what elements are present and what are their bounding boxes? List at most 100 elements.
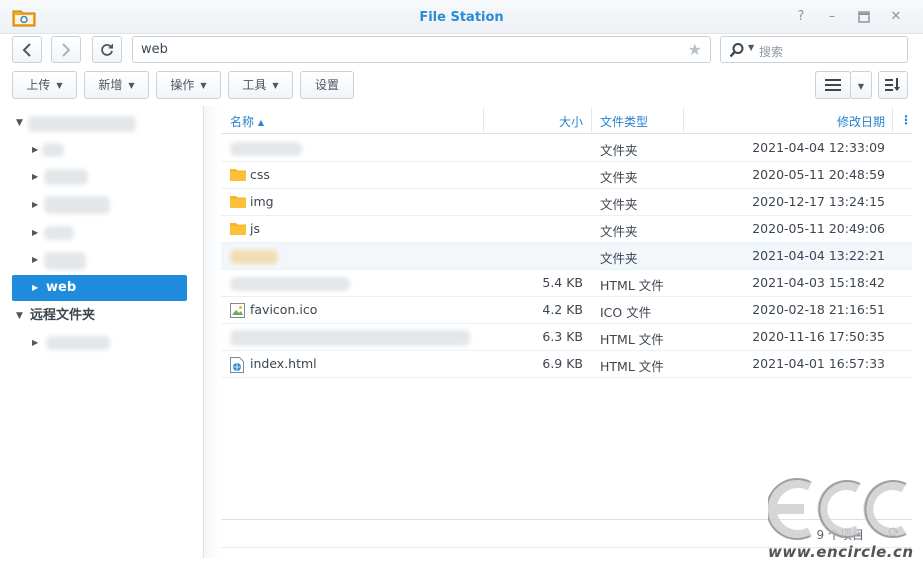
folder-icon bbox=[230, 223, 246, 235]
table-row[interactable]: 6.3 KB HTML 文件 2020-11-16 17:50:35 bbox=[221, 324, 912, 351]
expand-icon[interactable]: ▼ bbox=[16, 303, 23, 329]
action-button[interactable]: 操作 ▼ bbox=[156, 71, 221, 99]
table-row[interactable]: favicon.ico 4.2 KB ICO 文件 2020-02-18 21:… bbox=[221, 297, 912, 324]
help-icon[interactable]: ? bbox=[794, 9, 808, 25]
column-options-icon[interactable]: ⋮ bbox=[900, 113, 912, 127]
blurred-label bbox=[28, 116, 136, 132]
create-button[interactable]: 新增 ▼ bbox=[84, 71, 149, 99]
upload-label: 上传 bbox=[26, 78, 51, 92]
watermark-url: www.encircle.cn bbox=[768, 543, 914, 561]
collapse-icon[interactable]: ▶ bbox=[32, 247, 38, 273]
panel-divider[interactable] bbox=[204, 106, 220, 558]
column-header-modified[interactable]: 修改日期 bbox=[837, 113, 885, 130]
table-row[interactable]: img 文件夹 2020-12-17 13:24:15 bbox=[221, 189, 912, 216]
tree-item[interactable]: ▶ bbox=[12, 220, 187, 246]
column-divider[interactable] bbox=[683, 108, 684, 132]
file-type: 文件夹 bbox=[600, 197, 638, 212]
table-row[interactable]: js 文件夹 2020-05-11 20:49:06 bbox=[221, 216, 912, 243]
chevron-left-icon bbox=[22, 43, 31, 57]
blurred-label bbox=[42, 143, 64, 157]
expand-icon[interactable]: ▼ bbox=[16, 110, 23, 136]
window-title: File Station bbox=[419, 10, 504, 25]
tree-item[interactable]: ▶ bbox=[12, 192, 187, 218]
maximize-icon[interactable] bbox=[857, 9, 871, 25]
chevron-down-icon: ▼ bbox=[128, 81, 135, 90]
search-input[interactable]: ▼ 搜索 bbox=[720, 36, 908, 63]
path-input[interactable]: web ★ bbox=[132, 36, 711, 63]
column-header-name[interactable]: 名称 ▲ bbox=[230, 113, 264, 130]
file-type: ICO 文件 bbox=[600, 305, 652, 320]
chevron-down-icon[interactable]: ▼ bbox=[748, 43, 754, 52]
file-name: js bbox=[250, 221, 260, 236]
settings-label: 设置 bbox=[314, 78, 339, 92]
file-type: HTML 文件 bbox=[600, 278, 664, 293]
collapse-icon[interactable]: ▶ bbox=[32, 164, 38, 190]
upload-button[interactable]: 上传 ▼ bbox=[12, 71, 77, 99]
tree-item-label: 远程文件夹 bbox=[30, 308, 96, 323]
collapse-icon[interactable]: ▶ bbox=[32, 275, 38, 301]
tree-item[interactable]: ▶ bbox=[12, 164, 187, 190]
file-type: HTML 文件 bbox=[600, 359, 664, 374]
collapse-icon[interactable]: ▶ bbox=[32, 137, 38, 163]
folder-tree: ▼ ▶ ▶ ▶ ▶ ▶ ▶ web ▼ 远程文件夹 ▶ bbox=[0, 106, 204, 558]
tree-item-web[interactable]: ▶ web bbox=[12, 275, 187, 301]
file-size: 6.9 KB bbox=[542, 356, 583, 371]
sort-ascending-icon: ▲ bbox=[257, 118, 264, 127]
file-name: css bbox=[250, 167, 270, 182]
action-label: 操作 bbox=[170, 78, 195, 92]
column-header-size[interactable]: 大小 bbox=[559, 113, 583, 130]
file-modified: 2021-04-04 12:33:09 bbox=[752, 140, 885, 155]
table-row[interactable]: 5.4 KB HTML 文件 2021-04-03 15:18:42 bbox=[221, 270, 912, 297]
file-type: 文件夹 bbox=[600, 224, 638, 239]
refresh-icon bbox=[101, 44, 113, 56]
collapse-icon[interactable]: ▶ bbox=[32, 192, 38, 218]
file-modified: 2020-02-18 21:16:51 bbox=[752, 302, 885, 317]
star-icon[interactable]: ★ bbox=[688, 40, 702, 59]
ecc-logo bbox=[768, 478, 907, 540]
sort-button[interactable] bbox=[878, 71, 908, 99]
column-divider[interactable] bbox=[892, 108, 893, 132]
tree-item-server[interactable]: ▼ bbox=[12, 110, 187, 136]
file-type: HTML 文件 bbox=[600, 332, 664, 347]
settings-button[interactable]: 设置 bbox=[300, 71, 354, 99]
close-icon[interactable]: ✕ bbox=[889, 9, 903, 25]
back-button[interactable] bbox=[12, 36, 42, 63]
chevron-down-icon: ▼ bbox=[857, 82, 865, 91]
table-row[interactable]: 文件夹 2021-04-04 12:33:09 bbox=[221, 135, 912, 162]
column-divider[interactable] bbox=[591, 108, 592, 132]
blurred-label bbox=[44, 169, 88, 185]
file-type: 文件夹 bbox=[600, 170, 638, 185]
blurred-label bbox=[44, 252, 86, 270]
refresh-button[interactable] bbox=[92, 36, 122, 63]
tree-item-label: web bbox=[46, 280, 77, 295]
blurred-name bbox=[230, 277, 350, 291]
chevron-down-icon: ▼ bbox=[56, 81, 63, 90]
file-type: 文件夹 bbox=[600, 251, 638, 266]
forward-button[interactable] bbox=[51, 36, 81, 63]
file-type: 文件夹 bbox=[600, 143, 638, 158]
tools-button[interactable]: 工具 ▼ bbox=[228, 71, 293, 99]
file-modified: 2020-11-16 17:50:35 bbox=[752, 329, 885, 344]
watermark: www.encircle.cn bbox=[768, 478, 920, 562]
column-divider[interactable] bbox=[483, 108, 484, 132]
view-mode-button[interactable] bbox=[815, 71, 851, 99]
table-row[interactable]: index.html 6.9 KB HTML 文件 2021-04-01 16:… bbox=[221, 351, 912, 378]
file-modified: 2020-05-11 20:48:59 bbox=[752, 167, 885, 182]
chevron-down-icon: ▼ bbox=[200, 81, 207, 90]
tree-item[interactable]: ▶ bbox=[12, 330, 187, 356]
tree-item[interactable]: ▶ bbox=[12, 247, 187, 273]
view-mode-dropdown[interactable]: ▼ bbox=[850, 71, 872, 99]
column-header-type[interactable]: 文件类型 bbox=[600, 113, 648, 130]
collapse-icon[interactable]: ▶ bbox=[32, 220, 38, 246]
tree-item[interactable]: ▶ bbox=[12, 137, 187, 163]
search-placeholder: 搜索 bbox=[759, 45, 784, 59]
blurred-label bbox=[46, 336, 110, 350]
table-row[interactable]: css 文件夹 2020-05-11 20:48:59 bbox=[221, 162, 912, 189]
table-row[interactable]: 文件夹 2021-04-04 13:22:21 bbox=[221, 243, 912, 270]
minimize-icon[interactable]: – bbox=[825, 9, 839, 25]
collapse-icon[interactable]: ▶ bbox=[32, 330, 38, 356]
folder-icon bbox=[230, 169, 246, 181]
tree-item-remote-folders[interactable]: ▼ 远程文件夹 bbox=[12, 303, 187, 329]
folder-icon bbox=[230, 196, 246, 208]
file-modified: 2021-04-04 13:22:21 bbox=[752, 248, 885, 263]
